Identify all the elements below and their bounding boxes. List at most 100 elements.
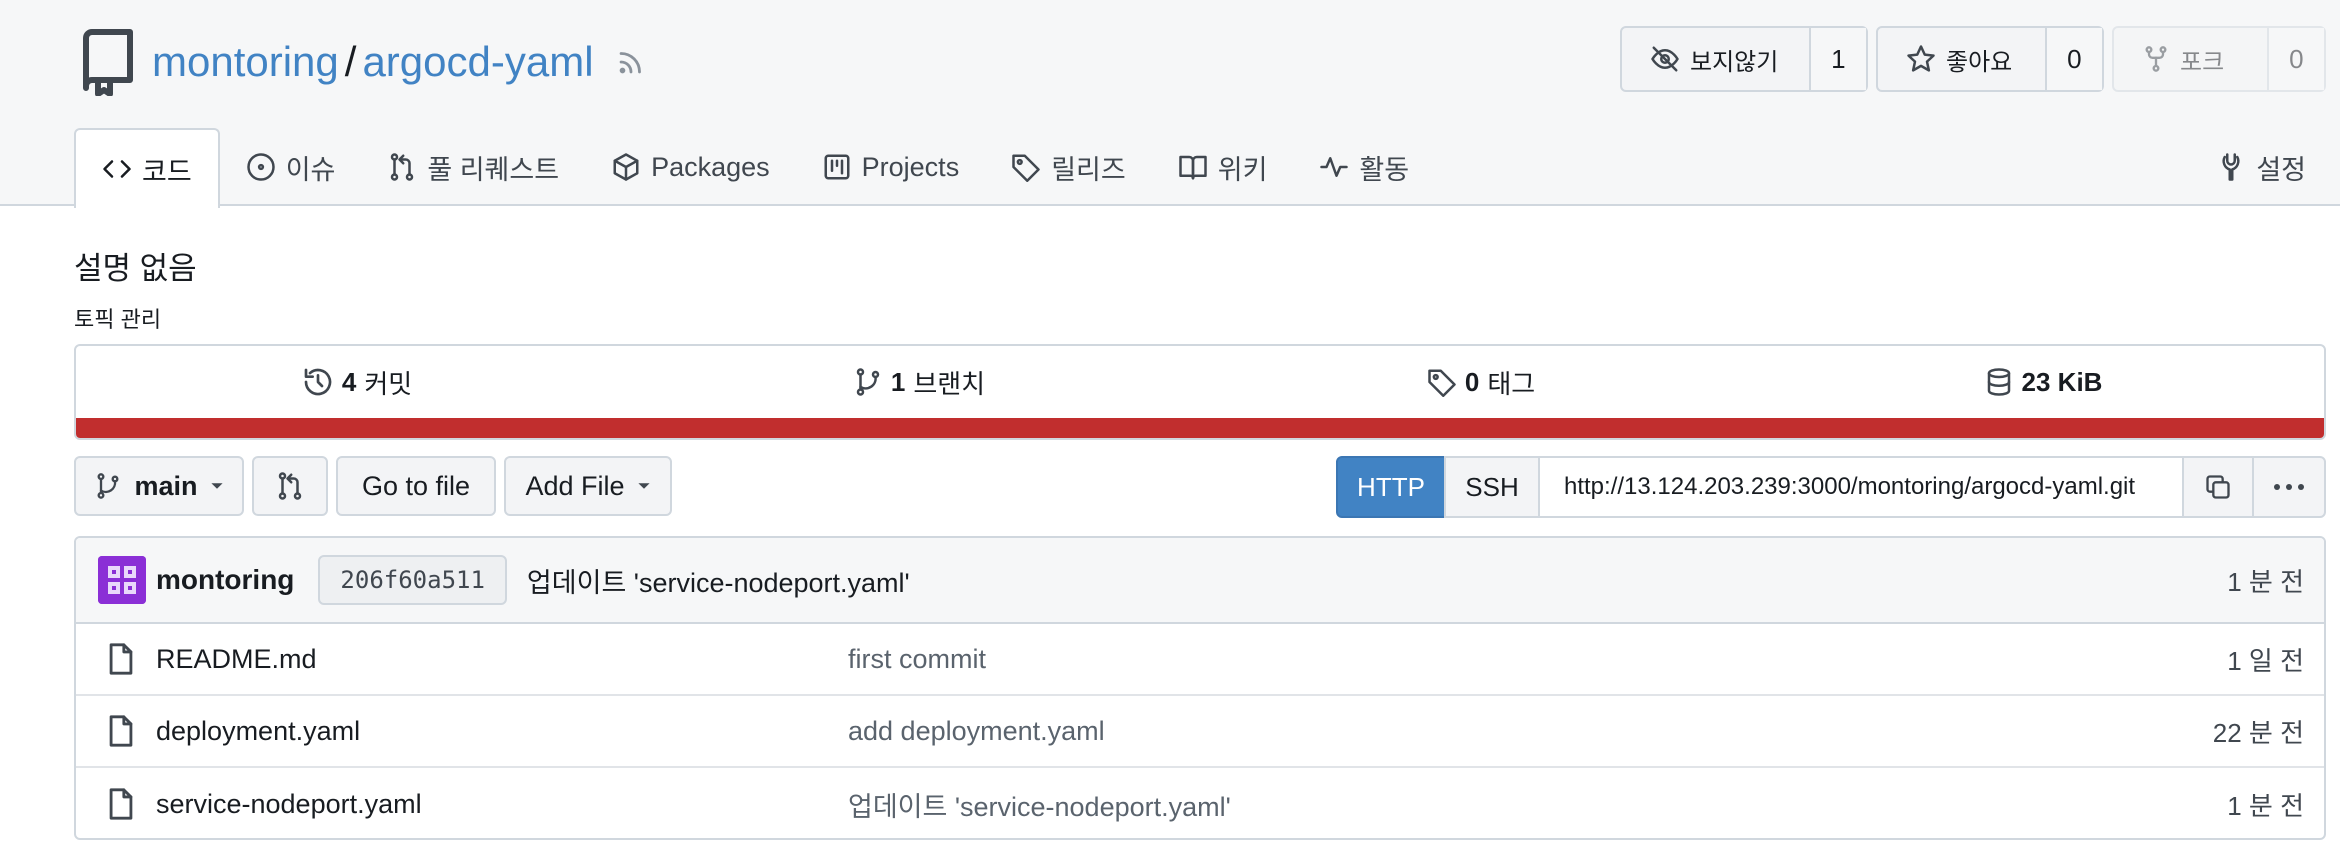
commit-author[interactable]: montoring: [156, 564, 294, 596]
settings-label: 설정: [2256, 154, 2306, 185]
package-icon: [613, 153, 639, 181]
file-row: README.md first commit 1 일 전: [76, 624, 2324, 696]
star-button[interactable]: 좋아요: [1878, 28, 2047, 90]
clone-ssh-button[interactable]: SSH: [1444, 456, 1540, 518]
branch-icon: [97, 473, 119, 499]
fork-count[interactable]: 0: [2268, 28, 2324, 90]
pull-request-icon: [391, 153, 414, 181]
code-icon: [103, 160, 131, 178]
tab-label: 이슈: [285, 154, 336, 185]
tab-label: Packages: [651, 151, 770, 182]
repo-tabs: 코드 이슈 풀 리퀘스트 Packages Projects 릴리즈 위키 활동: [74, 128, 1435, 208]
tab-label: 풀 리퀘스트: [427, 154, 560, 185]
language-bar[interactable]: [76, 418, 2324, 438]
kebab-horizontal-icon: [2274, 484, 2304, 490]
tab-projects[interactable]: Projects: [796, 128, 986, 206]
more-options-button[interactable]: [2252, 456, 2326, 518]
identicon-icon: [98, 556, 146, 604]
tab-releases[interactable]: 릴리즈: [985, 128, 1152, 206]
repo-title: montoring / argocd-yaml: [78, 22, 648, 102]
file-time: 1 분 전: [2227, 790, 2304, 821]
clone-url-input[interactable]: http://13.124.203.239:3000/montoring/arg…: [1538, 456, 2184, 518]
caret-down-icon: [637, 483, 650, 489]
tab-label: 활동: [1359, 154, 1410, 185]
compare-button[interactable]: [252, 456, 328, 516]
file-icon: [109, 715, 133, 747]
commit-sha[interactable]: 206f60a511: [318, 555, 507, 605]
go-to-file-button[interactable]: Go to file: [336, 456, 496, 516]
copy-url-button[interactable]: [2182, 456, 2254, 518]
tab-activity[interactable]: 활동: [1293, 128, 1435, 206]
branch-selector[interactable]: main: [74, 456, 244, 516]
file-commit-message[interactable]: first commit: [848, 644, 986, 675]
project-icon: [824, 154, 850, 180]
file-time: 22 분 전: [2212, 717, 2304, 748]
unwatch-button[interactable]: 보지않기: [1622, 28, 1811, 90]
file-row: service-nodeport.yaml 업데이트 'service-node…: [76, 768, 2324, 838]
tags-count: 0: [1464, 366, 1480, 397]
tab-settings[interactable]: 설정: [2216, 128, 2306, 206]
file-commit-message[interactable]: add deployment.yaml: [848, 716, 1105, 747]
repo-name-link[interactable]: argocd-yaml: [362, 38, 593, 86]
branch-icon: [856, 368, 880, 396]
repo-owner-link[interactable]: montoring: [152, 38, 339, 86]
tab-label: 릴리즈: [1051, 154, 1126, 185]
caret-down-icon: [210, 483, 223, 489]
fork-group: 포크 0: [2112, 26, 2326, 92]
file-name[interactable]: deployment.yaml: [156, 716, 360, 747]
file-time: 1 일 전: [2227, 645, 2304, 676]
history-icon: [304, 368, 332, 396]
repo-size: 23 KiB: [2021, 366, 2103, 397]
file-name[interactable]: README.md: [156, 644, 317, 675]
clone-panel: HTTP SSH http://13.124.203.239:3000/mont…: [1336, 456, 2326, 518]
repo-toolbar: main Go to file Add File HTTP SSH http:/…: [74, 456, 2326, 518]
add-file-label: Add File: [525, 470, 625, 501]
file-row: deployment.yaml add deployment.yaml 22 분…: [76, 696, 2324, 768]
rss-icon[interactable]: [614, 45, 648, 79]
fork-button[interactable]: 포크: [2114, 28, 2269, 90]
watch-count[interactable]: 1: [1810, 28, 1866, 90]
file-icon: [109, 643, 133, 675]
issue-icon: [246, 153, 275, 181]
tab-label: Projects: [861, 151, 960, 182]
tags-stat[interactable]: 0 태그: [1200, 346, 1762, 418]
repo-header: montoring / argocd-yaml 보지않기 1 좋아요 0 포크 …: [0, 0, 2340, 208]
tag-icon: [1428, 369, 1456, 397]
commits-label: 커밋: [364, 368, 413, 399]
watch-label: 보지않기: [1690, 48, 1779, 76]
tags-label: 태그: [1487, 368, 1536, 399]
book-icon: [1178, 155, 1207, 180]
star-count[interactable]: 0: [2046, 28, 2102, 90]
file-list: montoring 206f60a511 업데이트 'service-nodep…: [74, 536, 2326, 840]
commits-count: 4: [341, 366, 357, 397]
commit-message[interactable]: 업데이트 'service-nodeport.yaml': [527, 561, 910, 600]
branches-label: 브랜치: [913, 368, 986, 399]
watch-group: 보지않기 1: [1620, 26, 1868, 92]
tab-packages[interactable]: Packages: [585, 128, 796, 206]
file-commit-message[interactable]: 업데이트 'service-nodeport.yaml': [848, 785, 1231, 824]
repo-stats: 4 커밋 1 브랜치 0 태그 23 KiB: [74, 344, 2326, 440]
avatar[interactable]: [98, 556, 146, 604]
tab-issues[interactable]: 이슈: [220, 128, 362, 206]
compare-icon: [278, 472, 302, 500]
tab-label: 위키: [1217, 154, 1268, 185]
branch-name: main: [134, 470, 198, 501]
tab-wiki[interactable]: 위키: [1152, 128, 1294, 206]
tool-icon: [2222, 153, 2240, 181]
file-icon: [109, 788, 133, 820]
repo-description: 설명 없음: [74, 251, 197, 286]
file-name[interactable]: service-nodeport.yaml: [156, 789, 422, 820]
commits-stat[interactable]: 4 커밋: [76, 346, 638, 418]
manage-topics-link[interactable]: 토픽 관리: [74, 302, 161, 334]
eye-slash-icon: [1651, 46, 1679, 72]
star-label: 좋아요: [1946, 48, 2013, 76]
tab-code[interactable]: 코드: [74, 128, 220, 208]
add-file-button[interactable]: Add File: [504, 456, 672, 516]
tag-icon: [1012, 154, 1040, 182]
tab-pull-requests[interactable]: 풀 리퀘스트: [361, 128, 585, 206]
star-group: 좋아요 0: [1876, 26, 2104, 92]
branches-stat[interactable]: 1 브랜치: [638, 346, 1200, 418]
clone-http-button[interactable]: HTTP: [1336, 456, 1446, 518]
fork-label: 포크: [2180, 48, 2225, 76]
star-icon: [1907, 45, 1935, 72]
